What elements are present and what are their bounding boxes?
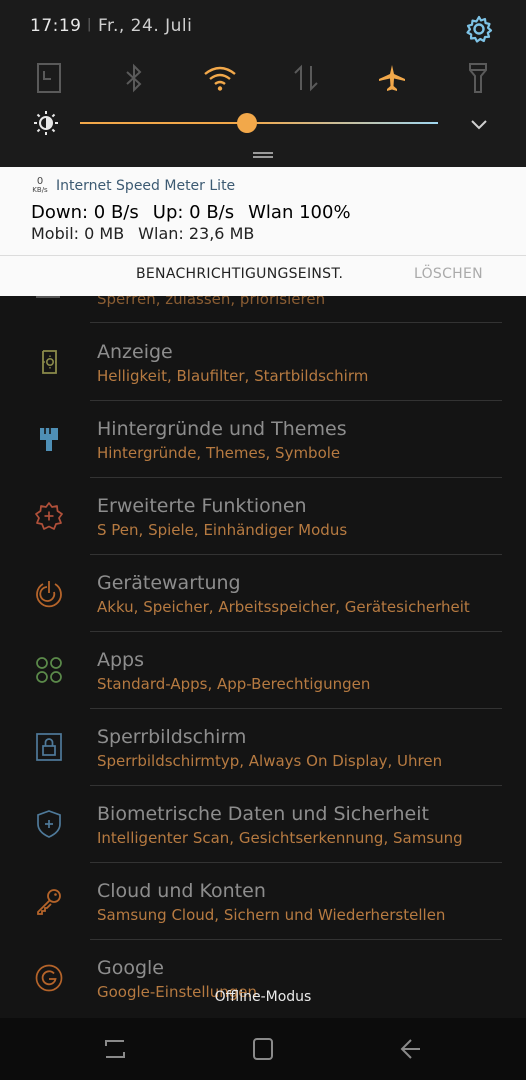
list-item-title: Gerätewartung xyxy=(97,572,241,594)
list-item-subtitle: Samsung Cloud, Sichern und Wiederherstel… xyxy=(97,906,446,924)
up-speed: Up: 0 B/s xyxy=(152,202,235,223)
brightness-icon xyxy=(34,111,58,135)
brightness-row xyxy=(0,103,526,143)
list-item-title: Sperrbildschirm xyxy=(97,726,247,748)
list-item-title: Anzeige xyxy=(97,341,173,363)
settings-item-advanced-features[interactable]: Erweiterte Funktionen S Pen, Spiele, Ein… xyxy=(0,478,526,555)
notification-card[interactable]: 0 KB/s Internet Speed Meter Lite Down: 0… xyxy=(0,167,526,296)
list-item-subtitle: Intelligenter Scan, Gesichtserkennung, S… xyxy=(97,829,463,847)
settings-item-apps[interactable]: Apps Standard-Apps, App-Berechtigungen xyxy=(0,632,526,709)
divider xyxy=(90,322,502,323)
list-item-subtitle: Hintergründe, Themes, Symbole xyxy=(97,444,341,462)
bluetooth-icon xyxy=(126,63,142,93)
mobile-data-icon xyxy=(294,64,318,92)
settings-item-display[interactable]: Anzeige Helligkeit, Blaufilter, Startbil… xyxy=(0,324,526,401)
toggle-flashlight[interactable] xyxy=(456,56,500,100)
settings-item-biometrics-security[interactable]: Biometrische Daten und Sicherheit Intell… xyxy=(0,786,526,863)
date: Fr., 24. Juli xyxy=(98,16,193,36)
lock-icon xyxy=(36,733,62,761)
wlan-usage: Wlan: 23,6 MB xyxy=(138,224,255,243)
brightness-slider-thumb[interactable] xyxy=(237,113,257,133)
speed-meter-icon-unit: KB/s xyxy=(32,186,48,194)
list-item-title: Google xyxy=(97,957,165,979)
separator: | xyxy=(87,17,92,32)
offline-mode-toast: Offline-Modus xyxy=(214,989,312,1005)
recent-apps-icon[interactable] xyxy=(100,1034,130,1064)
wlan-strength: Wlan 100% xyxy=(248,202,351,223)
settings-list: Sperren, zulassen, priorisieren Anzeige … xyxy=(0,296,526,1018)
down-speed: Down: 0 B/s xyxy=(31,202,139,223)
toggle-airplane-mode[interactable] xyxy=(370,56,414,100)
list-item-subtitle: Sperrbildschirmtyp, Always On Display, U… xyxy=(97,752,443,770)
toggle-mobile-data[interactable] xyxy=(284,56,328,100)
clock: 17:19 xyxy=(30,16,82,36)
list-item-subtitle: Akku, Speicher, Arbeitsspeicher, Gerätes… xyxy=(97,598,470,616)
brightness-track[interactable] xyxy=(248,122,438,124)
home-icon[interactable] xyxy=(248,1034,278,1064)
speed-meter-icon: 0 KB/s xyxy=(31,177,49,197)
notification-usage-line: Mobil: 0 MB Wlan: 23,6 MB xyxy=(31,224,268,243)
back-icon[interactable] xyxy=(395,1034,425,1064)
key-icon xyxy=(37,889,61,915)
device-care-icon xyxy=(36,581,62,608)
mobile-usage: Mobil: 0 MB xyxy=(31,224,125,243)
list-item-subtitle: Helligkeit, Blaufilter, Startbildschirm xyxy=(97,367,369,385)
display-icon xyxy=(42,350,57,374)
list-item-title: Apps xyxy=(97,649,145,671)
gear-plus-icon xyxy=(35,502,63,530)
chevron-down-icon[interactable] xyxy=(466,111,492,137)
toggle-wifi[interactable] xyxy=(198,56,242,100)
paint-brush-icon xyxy=(40,428,58,451)
panel-drag-handle[interactable] xyxy=(253,152,273,158)
settings-item-lock-screen[interactable]: Sperrbildschirm Sperrbildschirmtyp, Alwa… xyxy=(0,709,526,786)
gear-icon[interactable] xyxy=(464,14,494,44)
speed-meter-icon-value: 0 xyxy=(36,176,44,187)
list-item-subtitle: S Pen, Spiele, Einhändiger Modus xyxy=(97,521,348,539)
settings-item-google[interactable]: Google Google-Einstellungen xyxy=(0,940,526,1017)
flashlight-icon xyxy=(469,63,487,93)
quick-settings-panel: 17:19 | Fr., 24. Juli xyxy=(0,0,526,167)
list-item-title: Cloud und Konten xyxy=(97,880,266,902)
notification-speed-line: Down: 0 B/s Up: 0 B/s Wlan 100% xyxy=(31,202,365,223)
notification-settings-button[interactable]: BENACHRICHTIGUNGSEINST. xyxy=(136,266,343,282)
settings-item-cloud-accounts[interactable]: Cloud und Konten Samsung Cloud, Sichern … xyxy=(0,863,526,940)
list-item[interactable]: Sperren, zulassen, priorisieren xyxy=(0,296,526,323)
notifications-icon xyxy=(36,296,60,298)
list-item-title: Erweiterte Funktionen xyxy=(97,495,307,517)
navigation-bar xyxy=(0,1018,526,1080)
toggle-screenshot[interactable] xyxy=(27,56,71,100)
list-item-title: Biometrische Daten und Sicherheit xyxy=(97,803,429,825)
settings-item-wallpapers[interactable]: Hintergründe und Themes Hintergründe, Th… xyxy=(0,401,526,478)
wifi-icon xyxy=(204,66,236,91)
toggle-bluetooth[interactable] xyxy=(112,56,156,100)
settings-item-device-maintenance[interactable]: Gerätewartung Akku, Speicher, Arbeitsspe… xyxy=(0,555,526,632)
brightness-track-filled xyxy=(80,122,248,124)
quick-toggle-row xyxy=(0,56,526,100)
airplane-mode-icon xyxy=(379,65,405,91)
divider xyxy=(0,255,526,256)
shield-icon xyxy=(37,810,61,838)
status-bar: 17:19 | Fr., 24. Juli xyxy=(0,0,526,56)
clear-button[interactable]: LÖSCHEN xyxy=(414,266,483,282)
list-item-subtitle: Standard-Apps, App-Berechtigungen xyxy=(97,675,371,693)
list-item-subtitle: Sperren, zulassen, priorisieren xyxy=(97,296,326,308)
notification-app-name: Internet Speed Meter Lite xyxy=(56,178,236,194)
screenshot-icon xyxy=(37,63,61,93)
apps-grid-icon xyxy=(36,657,62,683)
list-item-title: Hintergründe und Themes xyxy=(97,418,347,440)
